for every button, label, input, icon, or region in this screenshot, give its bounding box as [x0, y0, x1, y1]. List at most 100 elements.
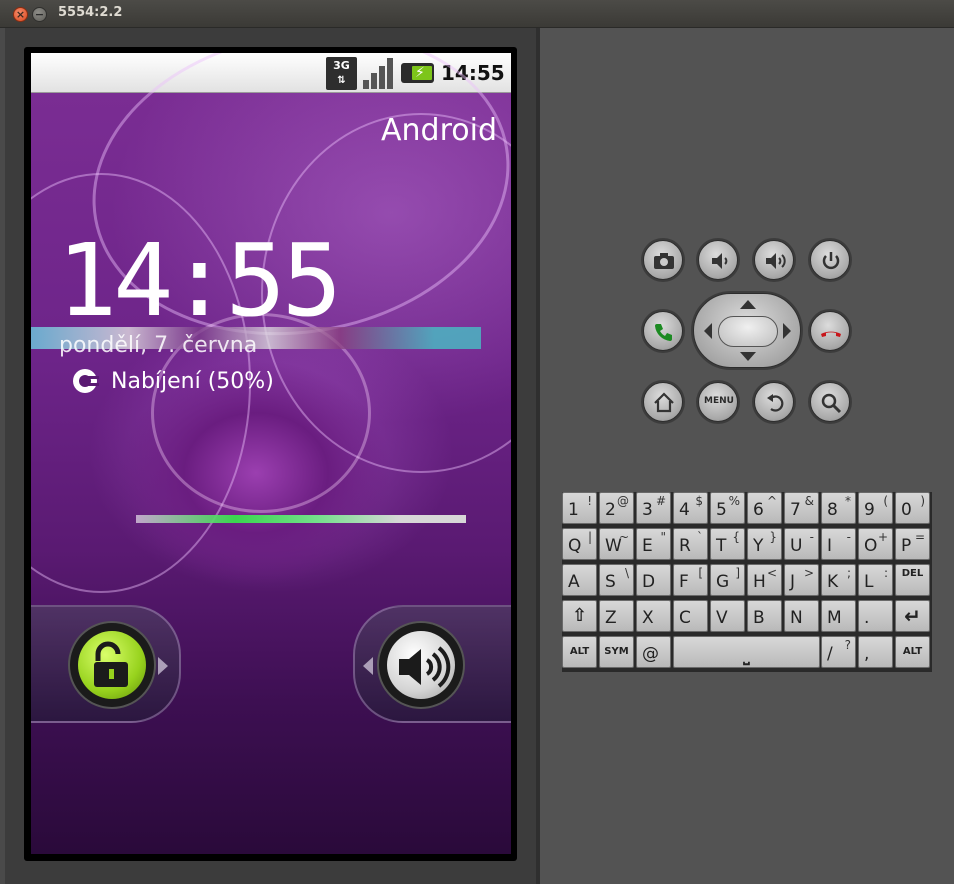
sound-knob[interactable] — [377, 621, 465, 709]
key-m[interactable]: M — [821, 600, 856, 632]
key-alt-label: ~ — [618, 530, 629, 544]
call-button[interactable] — [643, 311, 683, 351]
key-z[interactable]: Z — [599, 600, 634, 632]
back-button[interactable] — [754, 382, 794, 422]
window-minimize-button[interactable]: − — [32, 7, 47, 22]
dpad-up-icon[interactable] — [740, 300, 756, 309]
key-5[interactable]: 5% — [710, 492, 745, 524]
home-button[interactable] — [643, 382, 683, 422]
lockscreen-clock: 14:55 — [57, 222, 342, 339]
space-key[interactable]: ⎵ — [673, 636, 820, 668]
key-slash[interactable]: /? — [821, 636, 856, 668]
key-alt-label: : — [883, 566, 888, 580]
end-call-button[interactable] — [810, 311, 850, 351]
key-label: 6 — [753, 500, 764, 520]
menu-button[interactable]: MENU — [698, 382, 738, 422]
key-label: Q — [568, 536, 582, 556]
alt-key[interactable]: ALT — [562, 636, 597, 668]
key-o[interactable]: O + — [858, 528, 893, 560]
device-screen[interactable]: 3G ⇅ ⚡ 14:55 Android 14:55 pondělí, 7. č… — [31, 53, 511, 854]
key-p[interactable]: P = — [895, 528, 930, 560]
key-label: G — [716, 572, 730, 592]
key-label: N — [790, 608, 803, 628]
key-q[interactable]: Q | — [562, 528, 597, 560]
key-f[interactable]: F[ — [673, 564, 708, 596]
volume-down-button[interactable] — [698, 240, 738, 280]
key-alt-label: ? — [844, 638, 851, 652]
carrier-label: Android — [381, 113, 497, 148]
dpad-right-icon[interactable] — [783, 323, 791, 339]
key-i[interactable]: I- — [821, 528, 856, 560]
key-7[interactable]: 7 & — [784, 492, 819, 524]
sound-slider-tab[interactable] — [353, 605, 511, 723]
end-call-icon — [821, 331, 841, 337]
key-label: X — [642, 608, 654, 628]
key-t[interactable]: T{ — [710, 528, 745, 560]
key-alt-label: \ — [624, 566, 629, 580]
key-u[interactable]: U- — [784, 528, 819, 560]
key-k[interactable]: K; — [821, 564, 856, 596]
key-8[interactable]: 8 * — [821, 492, 856, 524]
key-l[interactable]: L: — [858, 564, 893, 596]
key-y[interactable]: Y} — [747, 528, 782, 560]
key-at[interactable]: @ — [636, 636, 671, 668]
key-d[interactable]: D — [636, 564, 671, 596]
key-label: ALT — [569, 646, 590, 657]
key-label: S — [605, 572, 616, 592]
hardware-keyboard: 1! 2 @3 #4 $5% 6 ^ 7 & 8 * 9(0) Q | W ~ E " R ` T{Y} U - I - O + P =… — [562, 492, 932, 672]
key-alt-label: % — [728, 494, 740, 508]
key-label: Y — [753, 536, 764, 556]
key-r[interactable]: R ` — [673, 528, 708, 560]
shift-key[interactable]: ⇧ — [562, 600, 597, 632]
dpad-left-icon[interactable] — [704, 323, 712, 339]
alt-right-key[interactable]: ALT — [895, 636, 930, 668]
key-period[interactable]: . — [858, 600, 893, 632]
unlock-knob[interactable] — [68, 621, 156, 709]
window-close-button[interactable]: × — [13, 7, 28, 22]
key-v[interactable]: V — [710, 600, 745, 632]
key-e[interactable]: E " — [636, 528, 671, 560]
key-alt-label: = — [914, 530, 925, 544]
key-label: I — [827, 536, 833, 556]
sym-key[interactable]: SYM — [599, 636, 634, 668]
key-x[interactable]: X — [636, 600, 671, 632]
key-a[interactable]: A — [562, 564, 597, 596]
key-label: 8 — [827, 500, 838, 520]
key-j[interactable]: J > — [784, 564, 819, 596]
key-0[interactable]: 0) — [895, 492, 930, 524]
home-icon — [654, 392, 674, 413]
key-n[interactable]: N — [784, 600, 819, 632]
key-3[interactable]: 3 # — [636, 492, 671, 524]
dpad-center-button[interactable] — [718, 316, 778, 347]
key-s[interactable]: S \ — [599, 564, 634, 596]
key-comma[interactable]: , — [858, 636, 893, 668]
key-alt-label: ^ — [766, 494, 777, 508]
power-button[interactable] — [810, 240, 850, 280]
key-label: SYM — [604, 646, 629, 657]
camera-button[interactable] — [643, 240, 683, 280]
enter-key[interactable]: ↵ — [895, 600, 930, 632]
key-h[interactable]: H < — [747, 564, 782, 596]
key-9[interactable]: 9( — [858, 492, 893, 524]
key-label: C — [679, 608, 691, 628]
key-b[interactable]: B — [747, 600, 782, 632]
unlock-slider-tab[interactable] — [31, 605, 181, 723]
key-4[interactable]: 4 $ — [673, 492, 708, 524]
search-button[interactable] — [810, 382, 850, 422]
camera-icon — [654, 253, 674, 269]
lockscreen-date: pondělí, 7. června — [59, 333, 258, 358]
dpad[interactable] — [693, 293, 801, 368]
key-g[interactable]: G] — [710, 564, 745, 596]
key-1[interactable]: 1! — [562, 492, 597, 524]
delete-key[interactable]: DEL — [895, 564, 930, 596]
key-alt-label: + — [877, 530, 888, 544]
key-alt-label: ` — [697, 530, 703, 544]
key-2[interactable]: 2 @ — [599, 492, 634, 524]
key-c[interactable]: C — [673, 600, 708, 632]
key-6[interactable]: 6 ^ — [747, 492, 782, 524]
key-alt-label: * — [845, 494, 851, 508]
key-label: 5 — [716, 500, 727, 520]
volume-up-button[interactable] — [754, 240, 794, 280]
key-w[interactable]: W ~ — [599, 528, 634, 560]
dpad-down-icon[interactable] — [740, 352, 756, 361]
